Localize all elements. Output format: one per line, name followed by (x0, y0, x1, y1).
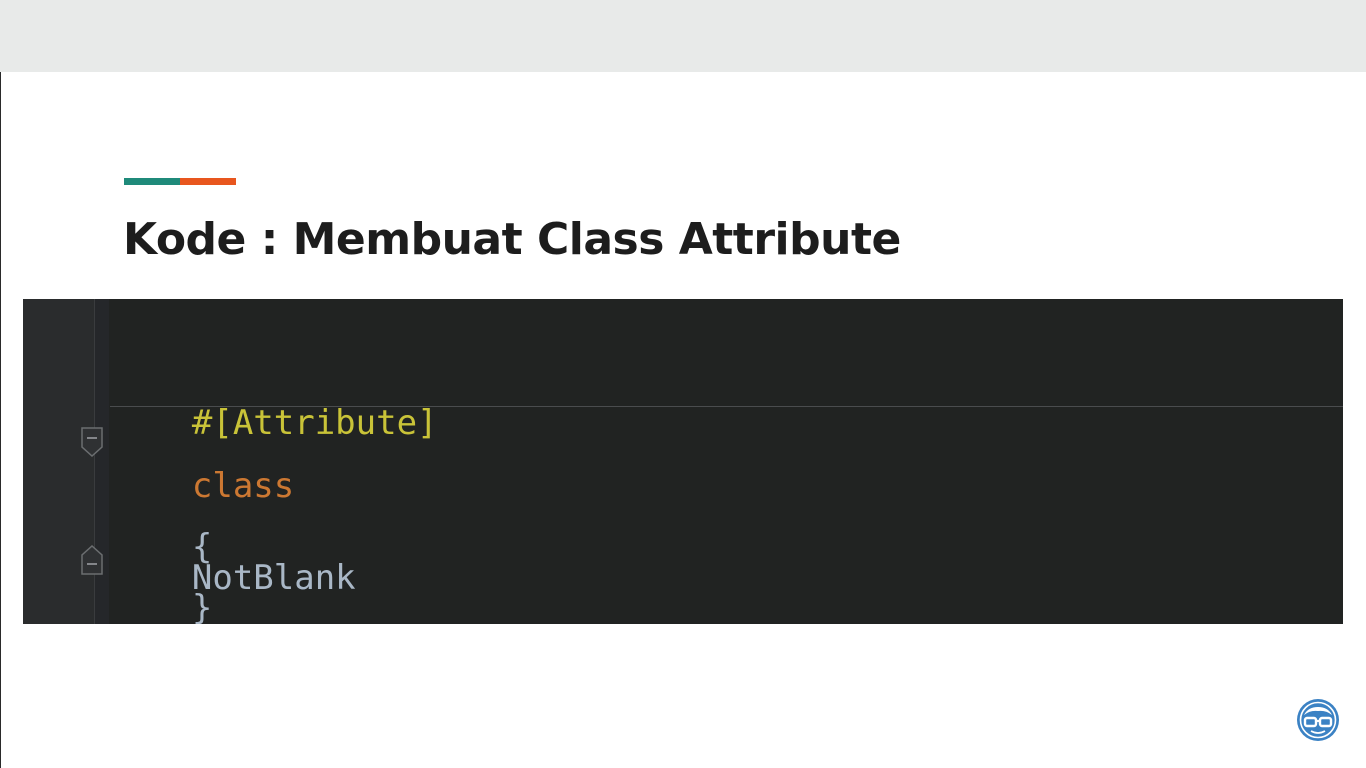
current-line-separator (110, 406, 1343, 407)
fold-collapse-icon[interactable] (81, 427, 103, 457)
class-name-token: NotBlank (191, 558, 356, 598)
line-number-gutter (23, 299, 94, 624)
nerd-glasses-logo-icon (1297, 699, 1339, 741)
code-editor-panel: #[Attribute] class NotBlank { } (23, 299, 1343, 624)
top-band (0, 0, 1366, 72)
slide-title: Kode : Membuat Class Attribute (123, 214, 901, 265)
fold-gutter (95, 299, 109, 624)
code-line-close-brace[interactable]: } (110, 539, 212, 624)
accent-segment-teal (124, 178, 180, 185)
left-edge-border (0, 72, 1, 768)
accent-segment-orange (180, 178, 236, 185)
fold-end-icon[interactable] (81, 545, 103, 575)
close-brace-token: } (191, 588, 213, 624)
title-accent-bar (124, 178, 236, 185)
